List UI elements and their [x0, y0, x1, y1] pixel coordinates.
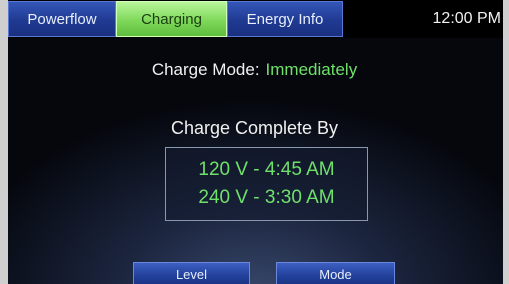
charge-mode-label: Charge Mode: [151, 60, 260, 79]
charge-time-120v: 120 V - 4:45 AM [198, 159, 335, 180]
charge-mode-row: Charge Mode: Immediately [0, 60, 509, 80]
screen-bezel-right [503, 0, 509, 284]
charge-time-240v: 240 V - 3:30 AM [198, 187, 335, 208]
tab-charging[interactable]: Charging [116, 1, 227, 37]
charge-complete-by-heading: Charge Complete By [170, 118, 339, 138]
screen-bezel-left [0, 0, 8, 284]
mode-button[interactable]: Mode [276, 262, 395, 284]
tab-energy-info[interactable]: Energy Info [227, 1, 343, 37]
top-tab-bar: Powerflow Charging Energy Info 12:00 PM [8, 0, 503, 38]
charging-screen: Powerflow Charging Energy Info 12:00 PM … [0, 0, 509, 284]
level-button[interactable]: Level [133, 262, 250, 284]
charge-times-box: 120 V - 4:45 AM 240 V - 3:30 AM [165, 147, 368, 221]
clock-display: 12:00 PM [432, 10, 501, 27]
tab-powerflow[interactable]: Powerflow [8, 1, 116, 37]
charge-mode-value: Immediately [265, 60, 358, 79]
